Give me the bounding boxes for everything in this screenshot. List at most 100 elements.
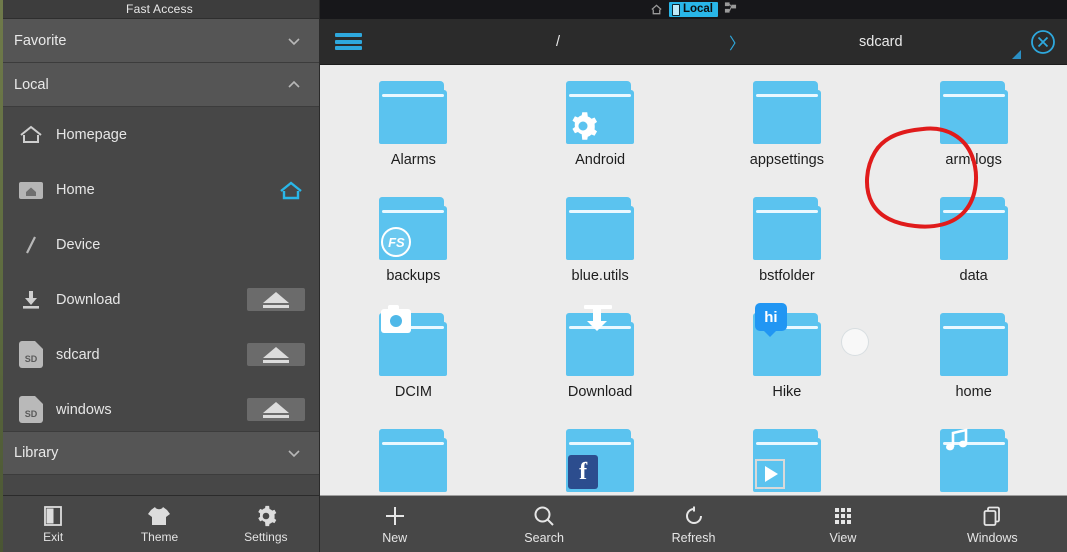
folder-icon — [564, 197, 636, 261]
grid-view-icon — [834, 504, 851, 528]
sidebar-item-sdcard[interactable]: SD sdcard — [0, 327, 319, 382]
sd-card-icon: SD — [14, 393, 48, 427]
new-button[interactable]: New — [320, 504, 469, 545]
file-item-bstfolder[interactable]: bstfolder — [694, 187, 881, 303]
exit-button-label: Exit — [43, 529, 64, 544]
sidebar-item-windows[interactable]: SD windows — [0, 382, 319, 431]
file-item-label: backups — [386, 268, 441, 284]
eject-icon — [247, 343, 305, 366]
file-item-android[interactable]: Android — [507, 71, 694, 187]
file-item-label: Alarms — [390, 152, 436, 168]
refresh-button[interactable]: Refresh — [619, 504, 768, 545]
hamburger-menu-icon[interactable] — [320, 31, 376, 53]
download-icon — [14, 283, 48, 317]
file-item-home[interactable]: home — [880, 303, 1067, 419]
gear-icon — [568, 111, 598, 141]
sidebar-bottom-toolbar: Exit Theme Settings — [0, 495, 319, 552]
folder-icon — [938, 428, 1010, 493]
facebook-icon: f — [568, 455, 599, 489]
folder-icon — [377, 305, 449, 377]
file-item-label: appsettings — [749, 152, 824, 168]
file-item-label: Download — [567, 384, 633, 400]
eject-button-windows[interactable] — [247, 398, 305, 421]
sidebar-section-favorite[interactable]: Favorite — [0, 19, 319, 63]
folder-icon — [938, 197, 1010, 261]
file-item-appsettings[interactable]: appsettings — [694, 71, 881, 187]
video-icon — [754, 459, 785, 489]
file-item-label: Hike — [772, 384, 802, 400]
folder-icon: hi — [751, 303, 823, 377]
close-circle-icon[interactable] — [1029, 28, 1057, 56]
file-manager-window: Fast Access Favorite Local Homepage Home… — [0, 0, 1067, 552]
breadcrumb-root[interactable]: / — [556, 34, 560, 50]
folder-icon — [564, 81, 636, 145]
search-button-label: Search — [524, 530, 564, 545]
breadcrumb-separator: 〉 — [729, 35, 746, 53]
folder-icon — [377, 429, 449, 493]
file-item-row4-1[interactable] — [320, 419, 507, 495]
music-icon — [942, 425, 1014, 455]
main-panel: Local / 〉 sdcard Alarms Android appsetti… — [320, 0, 1067, 552]
fast-access-title: Fast Access — [126, 2, 193, 16]
sidebar-item-device[interactable]: Device — [0, 217, 319, 272]
file-item-blue-utils[interactable]: blue.utils — [507, 187, 694, 303]
eject-icon — [247, 398, 305, 421]
eject-icon — [247, 288, 305, 311]
folder-home-icon — [14, 173, 48, 207]
file-item-arm-logs[interactable]: arm-logs — [880, 71, 1067, 187]
eject-button-sdcard[interactable] — [247, 343, 305, 366]
exit-door-icon — [43, 505, 63, 527]
home-accent-icon[interactable] — [277, 178, 305, 202]
sidebar-section-favorite-label: Favorite — [14, 32, 67, 49]
search-button[interactable]: Search — [469, 504, 618, 545]
file-item-row4-4[interactable] — [880, 419, 1067, 495]
file-item-download[interactable]: Download — [507, 303, 694, 419]
folder-icon — [938, 81, 1010, 145]
eject-button-download[interactable] — [247, 288, 305, 311]
view-button[interactable]: View — [768, 504, 917, 545]
windows-button[interactable]: Windows — [918, 504, 1067, 545]
file-item-data[interactable]: data — [880, 187, 1067, 303]
slash-icon — [14, 228, 48, 262]
sidebar-section-library[interactable]: Library — [0, 431, 319, 475]
file-item-dcim[interactable]: DCIM — [320, 303, 507, 419]
breadcrumb-sdcard[interactable]: sdcard — [859, 34, 903, 50]
folder-icon — [751, 81, 823, 145]
theme-button-label: Theme — [140, 529, 179, 544]
sidebar-section-local[interactable]: Local — [0, 63, 319, 107]
sidebar-item-homepage-label: Homepage — [56, 126, 127, 143]
view-button-label: View — [829, 530, 857, 545]
file-item-backups[interactable]: FS backups — [320, 187, 507, 303]
breadcrumb: / 〉 sdcard — [376, 19, 1067, 65]
resize-triangle-icon[interactable] — [1012, 50, 1021, 59]
windows-button-label: Windows — [966, 530, 1018, 545]
file-item-hike[interactable]: hi Hike — [694, 303, 881, 419]
folder-icon — [377, 81, 449, 145]
sidebar-item-home[interactable]: Home — [0, 162, 319, 217]
file-item-row4-2[interactable]: f — [507, 419, 694, 495]
touch-indicator — [841, 328, 869, 356]
gear-icon — [255, 505, 277, 527]
file-item-row4-3[interactable] — [694, 419, 881, 495]
file-item-label: Android — [575, 152, 626, 168]
status-bar: Local — [320, 0, 1067, 19]
sidebar-section-library-label: Library — [14, 445, 59, 461]
refresh-button-label: Refresh — [671, 530, 716, 545]
file-item-label: blue.utils — [571, 268, 629, 284]
status-local-tab[interactable]: Local — [668, 2, 719, 17]
folder-icon: FS — [377, 197, 449, 261]
folder-icon — [751, 429, 823, 493]
theme-button[interactable]: Theme — [106, 505, 212, 544]
sidebar-spacer — [0, 475, 319, 495]
file-item-label: arm-logs — [945, 152, 1002, 168]
settings-button[interactable]: Settings — [213, 505, 319, 544]
path-bar: / 〉 sdcard — [320, 19, 1067, 65]
file-grid-area: Alarms Android appsettings arm-logs FS b… — [320, 65, 1067, 495]
sidebar-item-download[interactable]: Download — [0, 272, 319, 327]
file-item-alarms[interactable]: Alarms — [320, 71, 507, 187]
home-icon — [650, 3, 663, 16]
sidebar-item-sdcard-label: sdcard — [56, 346, 100, 363]
sidebar-item-homepage[interactable]: Homepage — [0, 107, 319, 162]
exit-button[interactable]: Exit — [0, 505, 106, 544]
folder-icon — [564, 305, 636, 377]
